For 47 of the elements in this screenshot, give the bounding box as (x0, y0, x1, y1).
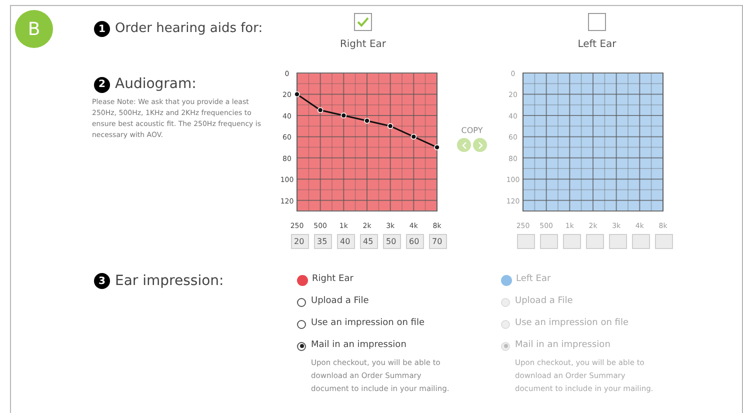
data-point[interactable] (434, 144, 440, 150)
threshold-field[interactable] (563, 234, 581, 249)
option-label: Mail in an impression (515, 339, 610, 352)
section-title: Ear impression: (115, 272, 224, 291)
ear-checkbox[interactable] (354, 13, 372, 31)
section-title: Order hearing aids for: (115, 20, 263, 38)
threshold-field[interactable]: 20 (291, 234, 309, 249)
threshold-field[interactable]: 35 (314, 234, 332, 249)
ear-label: Left Ear (516, 273, 551, 286)
radio-button[interactable] (297, 320, 306, 328)
data-point[interactable] (387, 123, 394, 129)
chevron-right-icon (478, 142, 482, 148)
copy-label: COPY (461, 125, 483, 137)
threshold-field[interactable] (632, 234, 650, 249)
threshold-field[interactable] (586, 234, 604, 249)
option-label: Upload a File (515, 295, 573, 308)
option-label: Use an impression on file (311, 317, 425, 330)
step-number: 2 (94, 76, 110, 92)
step-badge: B (15, 10, 53, 48)
ear-label: Right Ear (340, 38, 386, 52)
option-label: Upload a File (311, 295, 369, 308)
threshold-field[interactable]: 45 (360, 234, 378, 249)
threshold-field[interactable] (655, 234, 673, 249)
threshold-field[interactable]: 40 (337, 234, 355, 249)
data-point[interactable] (294, 91, 300, 98)
step-number: 3 (94, 273, 110, 289)
section-title: Audiogram: (115, 75, 196, 94)
data-point[interactable] (364, 118, 370, 124)
chevron-left-icon (462, 142, 466, 148)
radio-button[interactable] (297, 298, 306, 306)
data-point[interactable] (317, 107, 324, 114)
threshold-field[interactable]: 60 (406, 234, 424, 249)
option-label: Mail in an impression (311, 339, 406, 352)
ear-checkbox[interactable] (588, 13, 606, 31)
step-number: 1 (94, 21, 110, 37)
check-icon (357, 17, 369, 27)
threshold-field[interactable]: 70 (429, 234, 447, 249)
option-label: Use an impression on file (515, 317, 629, 330)
threshold-field[interactable]: 50 (383, 234, 401, 249)
radio-button[interactable] (297, 342, 306, 350)
data-point[interactable] (340, 112, 347, 118)
ear-label: Left Ear (578, 38, 616, 52)
threshold-field[interactable] (540, 234, 558, 249)
data-point[interactable] (410, 134, 417, 140)
ear-label: Right Ear (312, 273, 354, 286)
threshold-field[interactable] (609, 234, 627, 249)
threshold-field[interactable] (517, 234, 535, 249)
